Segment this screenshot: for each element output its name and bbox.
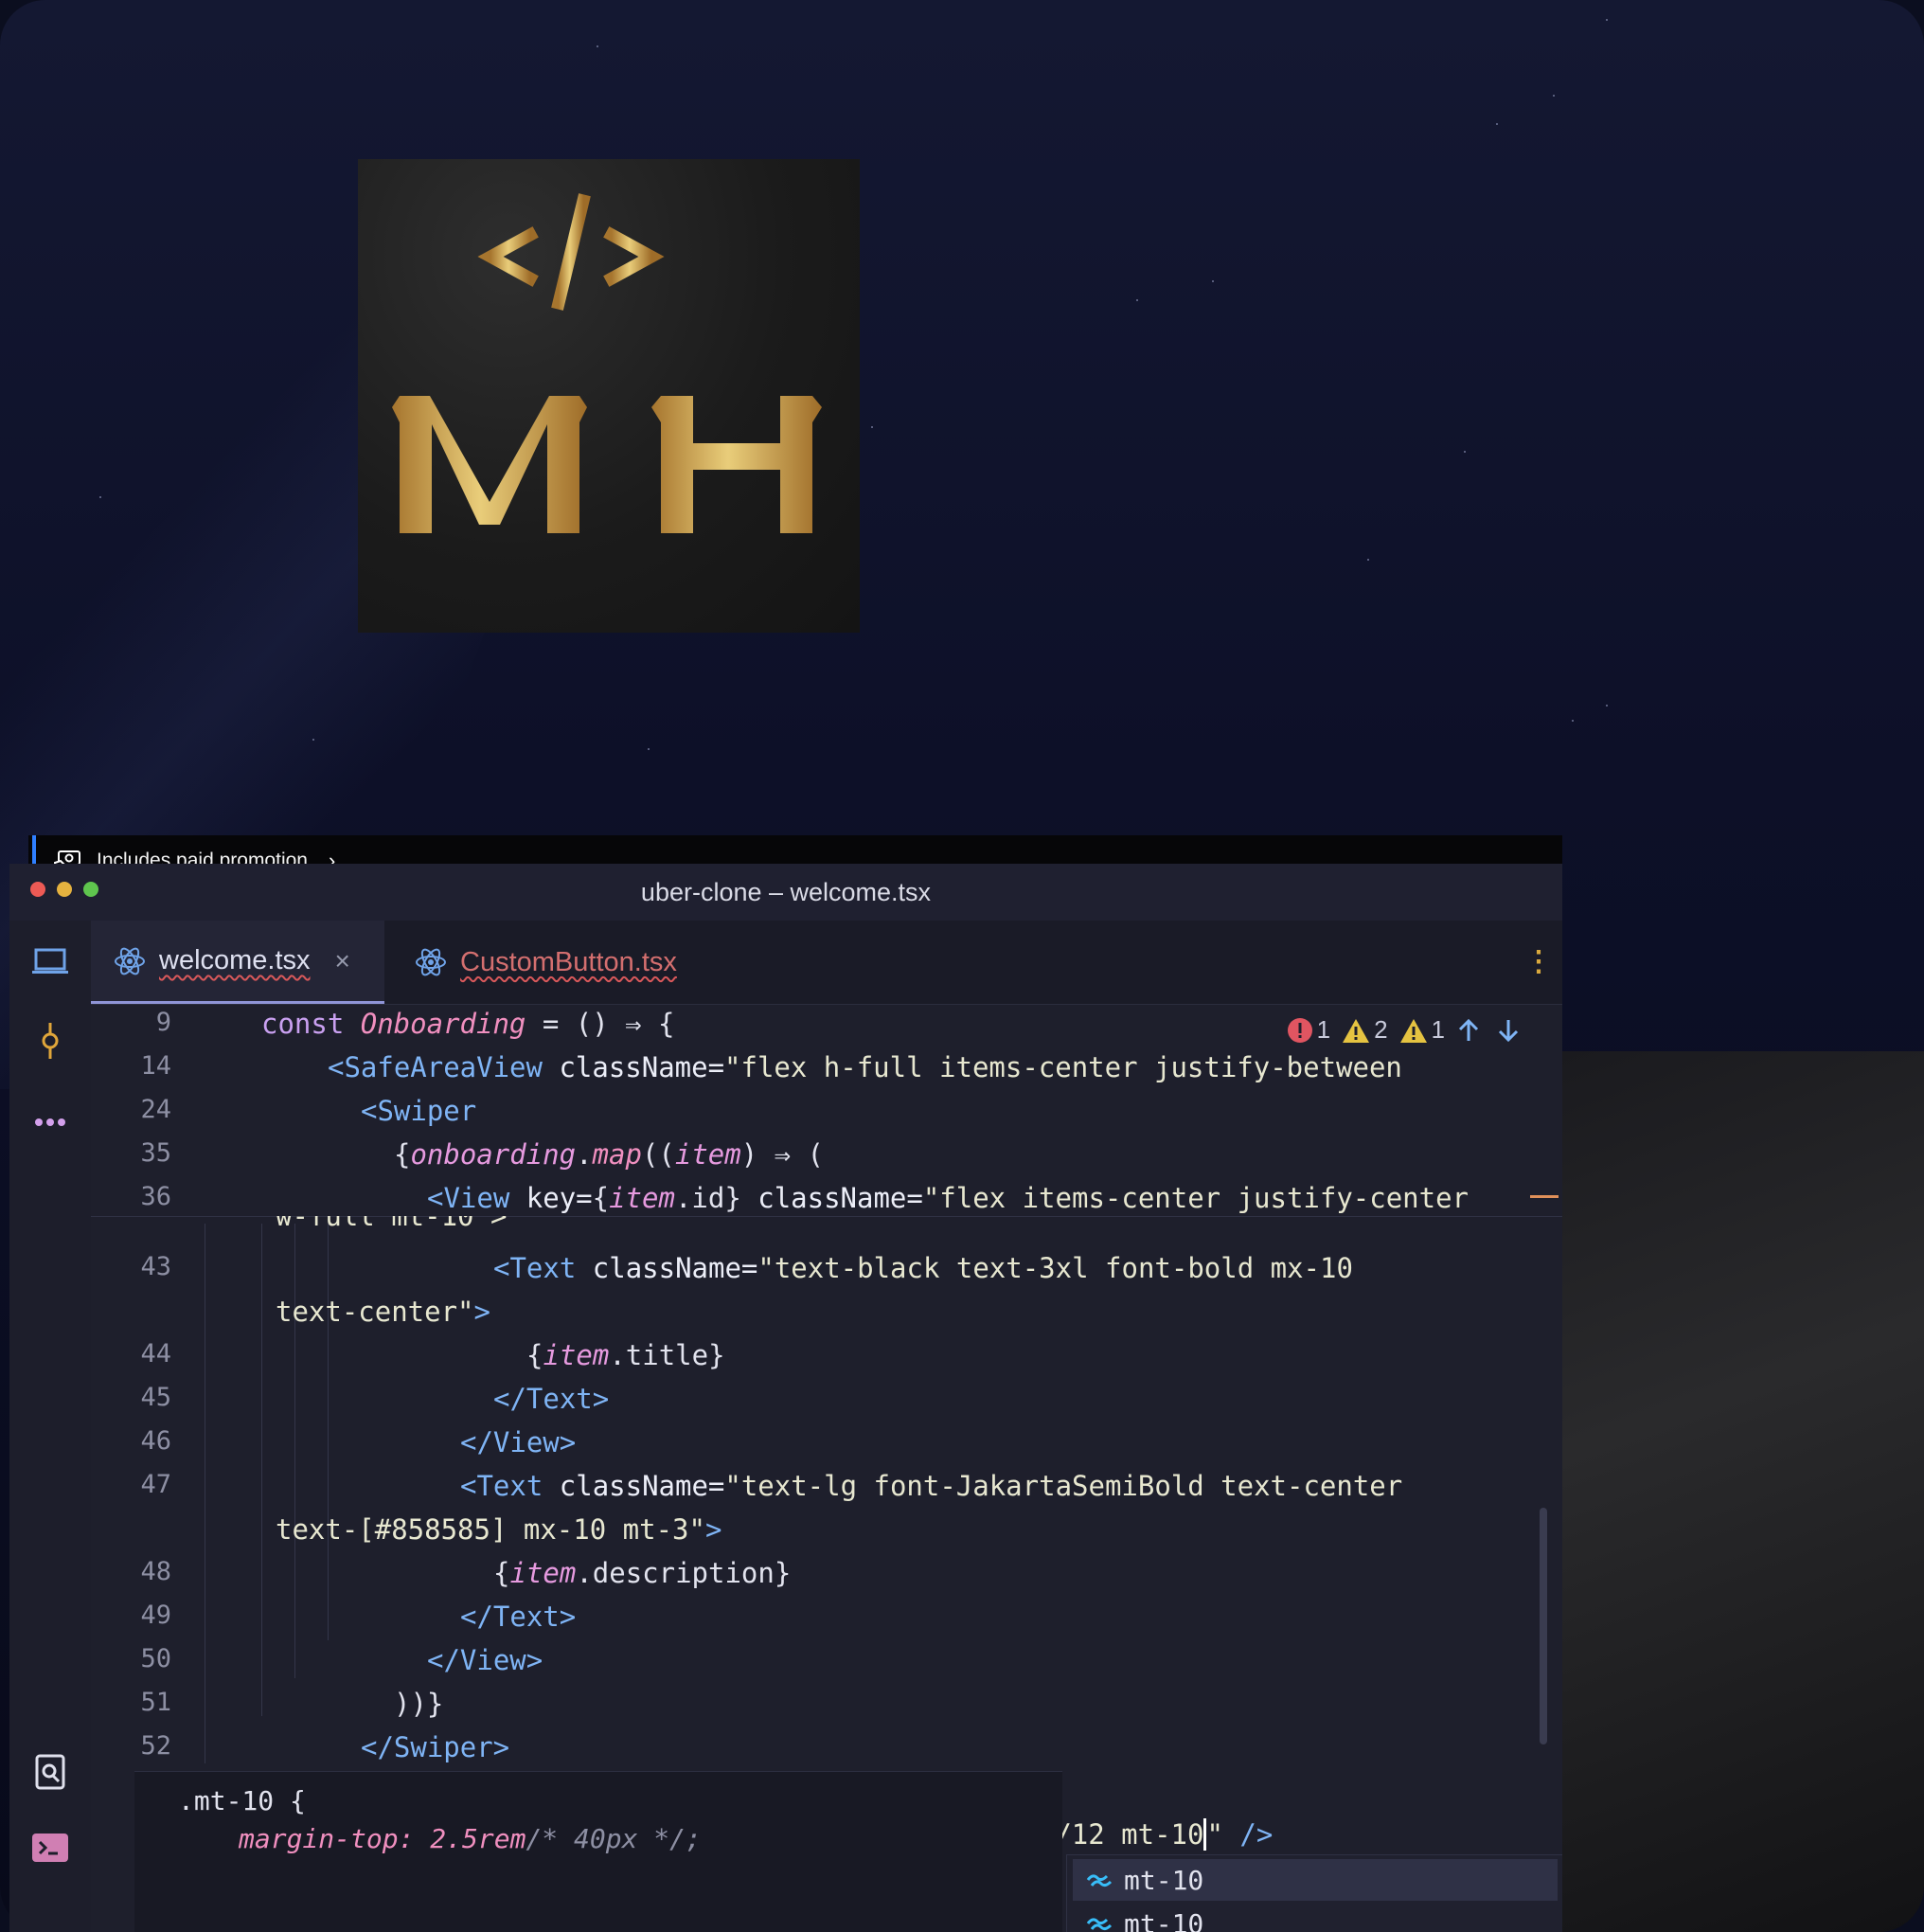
next-problem-button[interactable] xyxy=(1496,1018,1524,1043)
weak-warning-icon xyxy=(1399,1018,1427,1043)
close-tab-button[interactable]: × xyxy=(335,946,350,976)
code-line[interactable]: </View> xyxy=(460,1426,576,1458)
line-number: 47 xyxy=(140,1470,171,1499)
search-file-icon xyxy=(35,1754,65,1790)
line-number: 24 xyxy=(140,1095,171,1124)
promo-strip xyxy=(356,835,1562,864)
tab-label: CustomButton.tsx xyxy=(460,946,677,977)
activity-bar xyxy=(9,921,91,1932)
react-icon xyxy=(416,948,446,976)
code-editor-window: uber-clone – welcome.tsx welcome.tsx × C… xyxy=(9,864,1562,1932)
line-number: 43 xyxy=(140,1252,171,1281)
code-line-wrap[interactable]: text-[#858585] mx-10 mt-3"> xyxy=(276,1513,722,1546)
window-title: uber-clone – welcome.tsx xyxy=(640,878,932,906)
inspection-widget[interactable]: 1 2 1 xyxy=(1275,1015,1524,1045)
code-line[interactable]: </View> xyxy=(427,1644,543,1676)
line-number: 49 xyxy=(140,1601,171,1630)
css-selector: .mt-10 { xyxy=(178,1785,306,1816)
maximize-window-button[interactable] xyxy=(83,882,98,897)
more-tools-button[interactable] xyxy=(28,1100,72,1144)
code-line[interactable]: ))} xyxy=(394,1688,443,1720)
more-horizontal-icon xyxy=(35,1118,65,1126)
close-window-button[interactable] xyxy=(30,882,45,897)
editor-tab-bar: welcome.tsx × CustomButton.tsx ⋮ xyxy=(91,921,1562,1005)
weak-warning-count[interactable]: 1 xyxy=(1399,1015,1445,1045)
line-number: 52 xyxy=(140,1731,171,1761)
find-button[interactable] xyxy=(28,1750,72,1794)
change-marker xyxy=(1530,1195,1559,1198)
completion-popup: mt-10 mt-10 xyxy=(1066,1854,1562,1932)
window-titlebar: uber-clone – welcome.tsx xyxy=(9,864,1562,921)
tab-custombutton-tsx[interactable]: CustomButton.tsx xyxy=(392,921,695,1004)
css-property-line: margin-top: 2.5rem/* 40px */; xyxy=(239,1823,702,1854)
arrow-down-icon xyxy=(1498,1019,1519,1042)
css-documentation-popup: .mt-10 { margin-top: 2.5rem/* 40px */; xyxy=(134,1771,1062,1932)
laptop-icon xyxy=(32,948,68,974)
code-symbol xyxy=(477,193,665,311)
line-number: 14 xyxy=(140,1051,171,1081)
line-number: 9 xyxy=(155,1008,171,1037)
minimize-window-button[interactable] xyxy=(57,882,72,897)
channel-logo xyxy=(358,159,860,633)
previous-problem-button[interactable] xyxy=(1456,1018,1485,1043)
line-number: 46 xyxy=(140,1426,171,1456)
warning-count[interactable]: 2 xyxy=(1342,1015,1388,1045)
code-line[interactable]: <SafeAreaView className="flex h-full ite… xyxy=(328,1051,1402,1083)
code-line-wrap[interactable]: text-center"> xyxy=(276,1296,490,1328)
code-line[interactable]: {item.title} xyxy=(526,1339,725,1371)
tab-welcome-tsx[interactable]: welcome.tsx × xyxy=(91,921,384,1004)
code-line[interactable]: const Onboarding = () ⇒ { xyxy=(261,1008,675,1040)
code-line[interactable]: </Text> xyxy=(493,1383,609,1415)
arrow-up-icon xyxy=(1458,1018,1479,1041)
blurred-background-area xyxy=(1553,1051,1924,1932)
code-line[interactable]: <Text className="text-lg font-JakartaSem… xyxy=(460,1470,1402,1502)
git-commit-icon xyxy=(42,1023,59,1059)
line-number: 44 xyxy=(140,1339,171,1368)
tailwind-icon xyxy=(1086,1874,1113,1887)
code-line[interactable]: <View key={item.id} className="flex item… xyxy=(427,1182,1469,1214)
code-line[interactable]: {onboarding.map((item) ⇒ ( xyxy=(394,1138,824,1171)
react-icon xyxy=(115,947,145,975)
code-line[interactable]: {item.description} xyxy=(493,1557,791,1589)
completion-item[interactable]: mt-10 xyxy=(1073,1903,1558,1932)
tab-label: welcome.tsx xyxy=(159,945,311,975)
tab-options-menu[interactable]: ⋮ xyxy=(1524,945,1553,978)
code-line-partial: w-full mt-10"> xyxy=(276,1216,507,1229)
line-number: 36 xyxy=(140,1182,171,1211)
warning-icon xyxy=(1343,1018,1370,1043)
project-view-button[interactable] xyxy=(28,939,72,983)
line-number: 48 xyxy=(140,1557,171,1586)
line-number: 45 xyxy=(140,1383,171,1412)
terminal-icon xyxy=(32,1834,68,1862)
code-line[interactable]: </Swiper> xyxy=(361,1731,509,1763)
terminal-button[interactable] xyxy=(28,1826,72,1869)
error-count[interactable]: 1 xyxy=(1287,1015,1330,1045)
line-number: 51 xyxy=(140,1688,171,1717)
monogram-mh xyxy=(392,396,822,533)
vertical-scrollbar[interactable] xyxy=(1540,1508,1547,1744)
tailwind-icon xyxy=(1086,1918,1113,1931)
code-line[interactable]: <Text className="text-black text-3xl fon… xyxy=(493,1252,1353,1284)
line-number: 35 xyxy=(140,1138,171,1168)
completion-item[interactable]: mt-10 xyxy=(1073,1859,1558,1901)
commit-button[interactable] xyxy=(28,1019,72,1063)
code-line[interactable]: </Text> xyxy=(460,1601,576,1633)
error-icon xyxy=(1287,1017,1312,1043)
line-number: 50 xyxy=(140,1644,171,1673)
code-line[interactable]: <Swiper xyxy=(361,1095,476,1127)
